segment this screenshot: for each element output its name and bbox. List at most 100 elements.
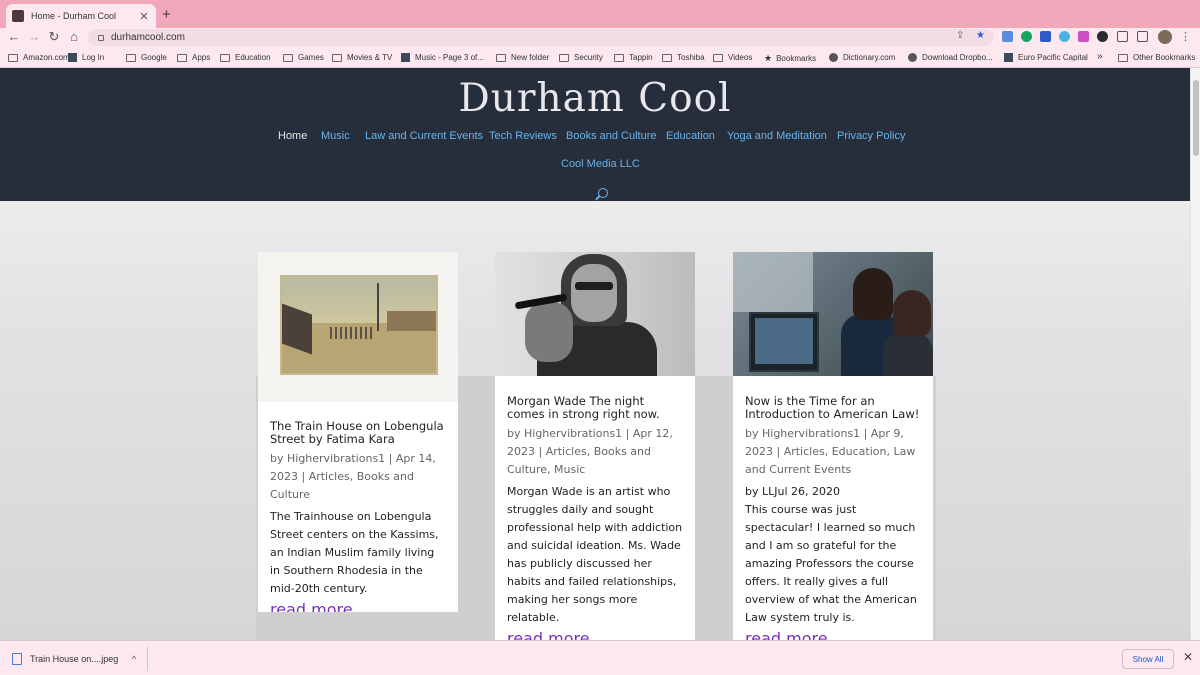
dashlane-icon[interactable] [1040, 31, 1051, 42]
folder-icon [662, 53, 672, 62]
chevron-up-icon[interactable]: ^ [127, 654, 141, 664]
bookmark-label: Log In [82, 53, 105, 62]
new-tab-button[interactable]: + [162, 6, 171, 23]
bookmark-item[interactable]: Dictionary.com [829, 53, 895, 62]
main-content: The Train House on Lobengula Street by F… [0, 201, 1190, 640]
cloud-icon[interactable] [1059, 31, 1070, 42]
back-arrow-icon[interactable]: ← [6, 29, 22, 44]
post-card: The Train House on Lobengula Street by F… [258, 252, 458, 612]
browser-toolbar: ← → ↻ ⌂ durhamcool.com ⇪ ★ ⋮ [0, 28, 1200, 48]
post-title[interactable]: The Train House on Lobengula Street by F… [270, 420, 446, 445]
post-excerpt: The Trainhouse on Lobengula Street cente… [270, 510, 439, 595]
nav-cool-media-llc[interactable]: Cool Media LLC [561, 158, 640, 170]
post-meta: by Highervibrations1 | Apr 9, 2023 | Art… [745, 427, 916, 476]
bookmark-label: Euro Pacific Capital [1018, 53, 1088, 62]
address-bar[interactable]: durhamcool.com [88, 29, 994, 46]
bookmark-item[interactable]: Apps [177, 53, 210, 62]
menu-kebab-icon[interactable]: ⋮ [1180, 30, 1191, 43]
post-byline: by LLJul 26, 2020 [745, 485, 840, 498]
folder-icon [713, 53, 723, 62]
globe-icon [829, 53, 838, 62]
folder-icon [126, 53, 136, 62]
post-title[interactable]: Now is the Time for an Introduction to A… [745, 395, 921, 420]
star-icon: ★ [764, 53, 773, 63]
download-item[interactable]: Train House on....jpeg ^ [6, 647, 148, 671]
close-icon[interactable]: ✕ [1183, 650, 1193, 664]
bookmark-label: New folder [511, 53, 550, 62]
close-tab-icon[interactable]: ✕ [138, 10, 150, 23]
profile-avatar[interactable] [1158, 30, 1172, 44]
puzzle-icon[interactable] [1117, 31, 1128, 42]
bookmark-item[interactable]: Tappin [614, 53, 653, 62]
bookmark-item[interactable]: Education [220, 53, 271, 62]
read-more-link[interactable]: read more [270, 600, 446, 612]
folder-icon [496, 53, 506, 62]
bookmark-item[interactable]: Videos [713, 53, 752, 62]
reload-icon[interactable]: ↻ [46, 29, 62, 45]
bookmark-label: Movies & TV [347, 53, 393, 62]
bookmark-item[interactable]: Google [126, 53, 167, 62]
url-text[interactable]: durhamcool.com [111, 32, 185, 43]
bookmark-label: Dictionary.com [843, 53, 896, 62]
nav-home[interactable]: Home [278, 130, 307, 142]
extension-icon[interactable] [1097, 31, 1108, 42]
post-image[interactable] [495, 252, 695, 376]
nav-yoga-and-meditation[interactable]: Yoga and Meditation [727, 130, 827, 142]
nav-privacy-policy[interactable]: Privacy Policy [837, 130, 905, 142]
bookmark-label: Amazon.com [23, 53, 70, 62]
nav-books-and-culture[interactable]: Books and Culture [566, 130, 657, 142]
active-tab[interactable]: Home - Durham Cool ✕ [6, 4, 156, 28]
bookmark-item[interactable]: Music - Page 3 of... [401, 53, 484, 62]
bookmark-label: Google [141, 53, 167, 62]
site-title[interactable]: Durham Cool [0, 76, 1190, 121]
bookmark-item[interactable]: Amazon.com [8, 53, 70, 62]
bookmark-item[interactable]: Movies & TV [332, 53, 392, 62]
download-bar: Train House on....jpeg ^ Show All ✕ [0, 640, 1200, 675]
bookmark-item[interactable]: Euro Pacific Capital [1004, 53, 1088, 62]
page-scrollbar[interactable] [1190, 68, 1200, 640]
bookmark-item[interactable]: New folder [496, 53, 549, 62]
bookmark-item[interactable]: Games [283, 53, 324, 62]
read-more-link[interactable]: read more [745, 629, 921, 640]
show-all-button[interactable]: Show All [1122, 649, 1174, 669]
extension-icon[interactable] [1078, 31, 1089, 42]
folder-icon [614, 53, 624, 62]
bookmark-item[interactable]: ★ Bookmarks [764, 53, 816, 64]
bookmark-label: Toshiba [677, 53, 705, 62]
search-icon[interactable] [598, 188, 608, 198]
bookmark-item[interactable]: Download Dropbo... [908, 53, 993, 62]
bookmark-label: Download Dropbo... [922, 53, 993, 62]
nav-law-and-current-events[interactable]: Law and Current Events [365, 130, 483, 142]
post-card: Morgan Wade The night comes in strong ri… [495, 252, 695, 640]
forward-arrow-icon[interactable]: → [26, 29, 42, 44]
other-bookmarks[interactable]: Other Bookmarks [1118, 53, 1195, 62]
site-favicon-icon [1004, 53, 1013, 62]
nav-education[interactable]: Education [666, 130, 715, 142]
more-bookmarks-chevron-icon[interactable]: » [1097, 51, 1103, 62]
image-file-icon [12, 653, 22, 665]
home-icon[interactable]: ⌂ [66, 29, 82, 44]
folder-icon [8, 53, 18, 62]
site-favicon-icon [12, 10, 24, 22]
post-image[interactable] [258, 252, 458, 402]
scrollbar-thumb[interactable] [1193, 80, 1199, 156]
bookmark-label: Music - Page 3 of... [415, 53, 484, 62]
post-image[interactable] [733, 252, 933, 376]
bookmark-item[interactable]: Security [559, 53, 603, 62]
sidebar-icon[interactable] [1137, 31, 1148, 42]
bookmark-item[interactable]: Log In [68, 53, 104, 62]
read-more-link[interactable]: read more [507, 629, 683, 640]
extension-icon[interactable] [1002, 31, 1013, 42]
bookmark-item[interactable]: Toshiba [662, 53, 705, 62]
bookmark-star-icon[interactable]: ★ [976, 30, 985, 41]
folder-icon [283, 53, 293, 62]
share-icon[interactable]: ⇪ [956, 30, 964, 41]
post-title[interactable]: Morgan Wade The night comes in strong ri… [507, 395, 683, 420]
download-file-name[interactable]: Train House on....jpeg [30, 654, 127, 664]
tab-title: Home - Durham Cool [31, 11, 117, 21]
nav-tech-reviews[interactable]: Tech Reviews [489, 130, 557, 142]
grammarly-icon[interactable] [1021, 31, 1032, 42]
tab-strip: Home - Durham Cool ✕ + [0, 0, 1200, 28]
nav-music[interactable]: Music [321, 130, 350, 142]
folder-icon [559, 53, 569, 62]
